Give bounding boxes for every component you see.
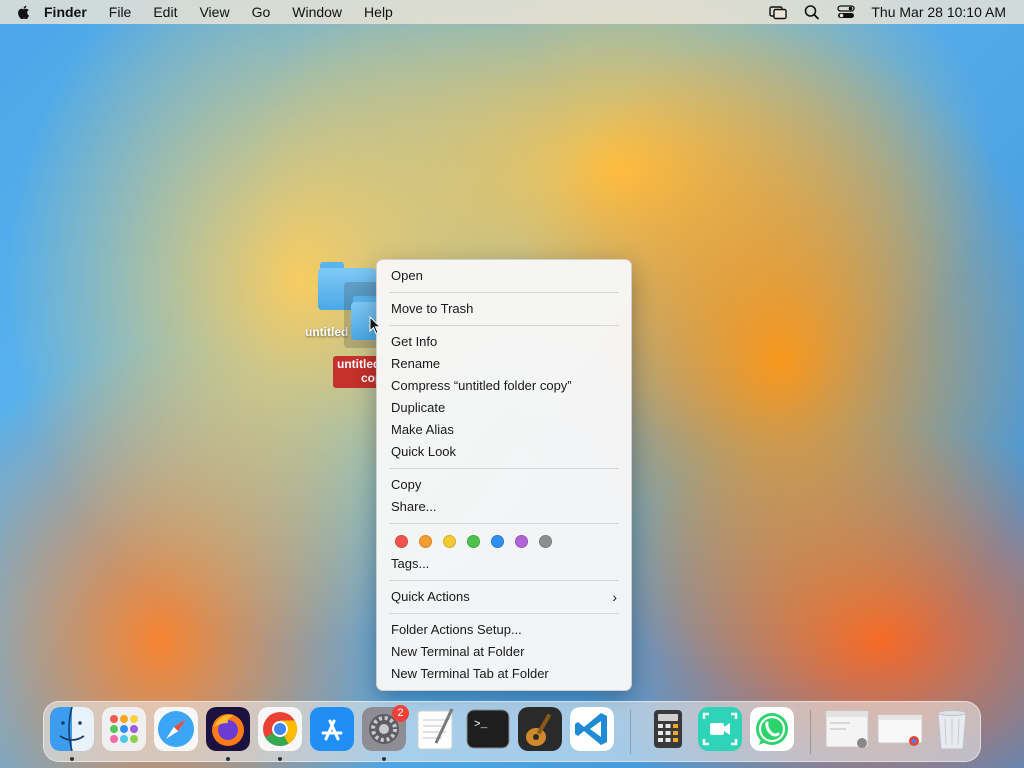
menu-item-get-info[interactable]: Get Info [377,331,631,353]
menu-item-move-to-trash[interactable]: Move to Trash [377,298,631,320]
menu-separator [389,580,619,581]
menu-separator [389,325,619,326]
apple-menu-icon[interactable] [16,4,32,20]
menu-separator [389,613,619,614]
quick-actions-label: Quick Actions [391,589,470,604]
tag-purple[interactable] [515,534,528,548]
menu-item-share[interactable]: Share... [377,496,631,518]
menu-item-new-terminal-tab-at-folder[interactable]: New Terminal Tab at Folder [377,663,631,685]
menu-bar-extras: Thu Mar 28 10:10 AM [769,4,1014,20]
menu-finder[interactable]: Finder [44,4,87,20]
launchpad-icon[interactable] [102,707,146,751]
menu-separator [389,468,619,469]
menu-item-folder-actions-setup[interactable]: Folder Actions Setup... [377,619,631,641]
menu-item-compress[interactable]: Compress “untitled folder copy” [377,375,631,397]
textedit-icon[interactable] [414,707,458,751]
menu-item-duplicate[interactable]: Duplicate [377,397,631,419]
menu-view[interactable]: View [199,4,229,20]
tag-green[interactable] [467,534,480,548]
menu-item-quick-actions[interactable]: Quick Actions › [377,586,631,608]
mouse-pointer-icon [369,316,381,335]
svg-text:>_: >_ [474,719,488,731]
menu-bar: Finder File Edit View Go Window Help Thu… [0,0,1024,24]
screen-mirroring-icon[interactable] [769,4,788,20]
trash-icon[interactable] [930,707,974,751]
folder-copy-label-line1: untitled folder [337,357,383,371]
menu-bar-clock[interactable]: Thu Mar 28 10:10 AM [871,4,1006,20]
garageband-icon[interactable] [518,707,562,751]
dock-separator [810,710,811,754]
menu-window[interactable]: Window [292,4,342,20]
minimized-chrome-window-thumbnail[interactable] [876,707,924,751]
menu-go[interactable]: Go [252,4,271,20]
tag-orange[interactable] [419,534,432,548]
finder-icon[interactable] [50,707,94,751]
vscode-icon[interactable] [570,707,614,751]
menu-edit[interactable]: Edit [153,4,177,20]
menu-separator [389,292,619,293]
control-center-icon[interactable] [837,4,856,20]
menu-item-make-alias[interactable]: Make Alias [377,419,631,441]
running-indicator [278,757,282,761]
safari-icon[interactable] [154,707,198,751]
notification-badge: 2 [392,705,409,722]
tag-blue[interactable] [491,534,504,548]
menu-item-open[interactable]: Open [377,265,631,287]
tag-color-row [377,529,631,553]
menu-item-rename[interactable]: Rename [377,353,631,375]
running-indicator [70,757,74,761]
running-indicator [382,757,386,761]
firefox-icon[interactable] [206,707,250,751]
folder-copy-label-line2: copy [361,371,383,385]
terminal-icon[interactable]: >_ [466,707,510,751]
menu-help[interactable]: Help [364,4,393,20]
app-store-icon[interactable] [310,707,354,751]
chevron-right-icon: › [612,589,617,605]
tag-yellow[interactable] [443,534,456,548]
chrome-icon[interactable] [258,707,302,751]
tag-red[interactable] [395,534,408,548]
running-indicator [226,757,230,761]
tag-gray[interactable] [539,534,552,548]
menu-item-new-terminal-at-folder[interactable]: New Terminal at Folder [377,641,631,663]
menu-separator [389,523,619,524]
menu-item-copy[interactable]: Copy [377,474,631,496]
dock-separator [630,710,631,754]
facetime-icon[interactable] [698,707,742,751]
menu-item-tags[interactable]: Tags... [377,553,631,575]
menu-item-quick-look[interactable]: Quick Look [377,441,631,463]
spotlight-search-icon[interactable] [803,4,821,20]
menu-file[interactable]: File [109,4,132,20]
minimized-window-thumbnail[interactable] [824,707,870,751]
context-menu: Open Move to Trash Get Info Rename Compr… [376,259,632,691]
calculator-icon[interactable] [646,707,690,751]
whatsapp-icon[interactable] [750,707,794,751]
